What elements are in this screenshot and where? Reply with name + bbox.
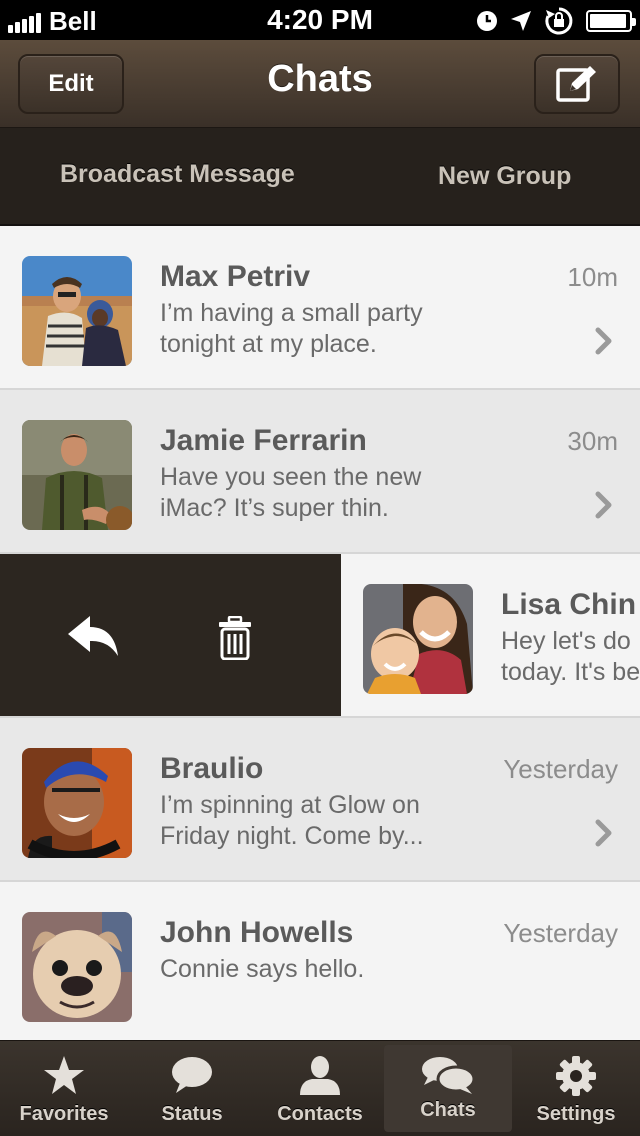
chat-row-content: John Howells Connie says hello. Yesterda… xyxy=(0,882,640,1040)
status-bar: Bell 4:20 PM xyxy=(0,0,640,40)
message-preview: Have you seen the new iMac? It’s super t… xyxy=(160,463,422,522)
tab-chats[interactable]: Chats xyxy=(384,1045,512,1132)
chat-row-content: Max Petriv I’m having a small party toni… xyxy=(0,226,640,388)
tab-label: Status xyxy=(161,1103,223,1125)
chat-row-john-howells[interactable]: John Howells Connie says hello. Yesterda… xyxy=(0,882,640,1040)
chat-row-max-petriv[interactable]: Max Petriv I’m having a small party toni… xyxy=(0,226,640,390)
chevron-right-icon xyxy=(595,327,612,355)
contact-name: Braulio xyxy=(160,752,264,785)
nav-bar: Edit Chats xyxy=(0,40,640,128)
chat-bubbles-icon xyxy=(422,1057,476,1094)
avatar xyxy=(22,256,132,366)
contact-name: Max Petriv xyxy=(160,260,311,293)
message-preview: I’m spinning at Glow on Friday night. Co… xyxy=(160,791,424,850)
contact-name: Jamie Ferrarin xyxy=(160,424,367,457)
chevron-right-icon xyxy=(595,491,612,519)
chevron-right-icon xyxy=(595,819,612,847)
avatar xyxy=(22,420,132,530)
battery-level xyxy=(590,14,627,28)
tab-label: Contacts xyxy=(277,1103,363,1125)
swipe-actions xyxy=(0,554,341,716)
battery-icon xyxy=(586,10,636,32)
chat-row-content: Braulio I’m spinning at Glow on Friday n… xyxy=(0,718,640,880)
broadcast-message-button[interactable]: Broadcast Message xyxy=(60,160,295,189)
new-group-button[interactable]: New Group xyxy=(438,162,571,191)
chat-row-lisa-chin[interactable]: Lisa Chin Hey let's do today. It's be xyxy=(0,554,640,718)
message-time: 10m xyxy=(567,262,618,292)
reply-icon[interactable] xyxy=(66,614,120,658)
compose-button[interactable] xyxy=(534,54,620,114)
tab-status[interactable]: Status xyxy=(128,1041,256,1136)
status-icons xyxy=(476,6,636,36)
chat-row-jamie-ferrarin[interactable]: Jamie Ferrarin Have you seen the new iMa… xyxy=(0,390,640,554)
message-preview: I’m having a small party tonight at my p… xyxy=(160,299,423,358)
message-preview: Hey let's do today. It's be xyxy=(501,627,640,686)
tab-bar: Favorites Status Contacts Chats Settings xyxy=(0,1040,640,1136)
compose-icon xyxy=(556,66,596,102)
message-time: Yesterday xyxy=(503,918,618,948)
message-time: Yesterday xyxy=(503,754,618,784)
avatar xyxy=(22,912,132,1022)
action-strip: Broadcast Message New Group xyxy=(0,128,640,226)
tab-label: Chats xyxy=(420,1099,476,1121)
tab-settings[interactable]: Settings xyxy=(512,1041,640,1136)
location-arrow-icon xyxy=(511,11,531,31)
tab-favorites[interactable]: Favorites xyxy=(0,1041,128,1136)
tab-label: Favorites xyxy=(19,1103,109,1125)
speech-bubble-icon xyxy=(172,1057,212,1093)
avatar xyxy=(22,748,132,858)
person-icon xyxy=(300,1056,340,1095)
tab-contacts[interactable]: Contacts xyxy=(256,1041,384,1136)
rotation-lock-icon xyxy=(545,7,573,35)
contact-name: Lisa Chin xyxy=(501,588,637,621)
message-preview: Connie says hello. xyxy=(160,955,365,983)
chat-row-content: Lisa Chin Hey let's do today. It's be xyxy=(341,554,640,716)
clock-icon xyxy=(477,11,497,31)
star-icon xyxy=(44,1056,84,1094)
chat-row-content: Jamie Ferrarin Have you seen the new iMa… xyxy=(0,390,640,552)
trash-icon[interactable] xyxy=(218,616,252,660)
chat-list: Max Petriv I’m having a small party toni… xyxy=(0,226,640,1040)
contact-name: John Howells xyxy=(160,916,354,949)
gear-icon xyxy=(556,1056,596,1096)
chat-row-braulio[interactable]: Braulio I’m spinning at Glow on Friday n… xyxy=(0,718,640,882)
message-time: 30m xyxy=(567,426,618,456)
tab-label: Settings xyxy=(536,1103,616,1125)
avatar xyxy=(363,584,473,694)
